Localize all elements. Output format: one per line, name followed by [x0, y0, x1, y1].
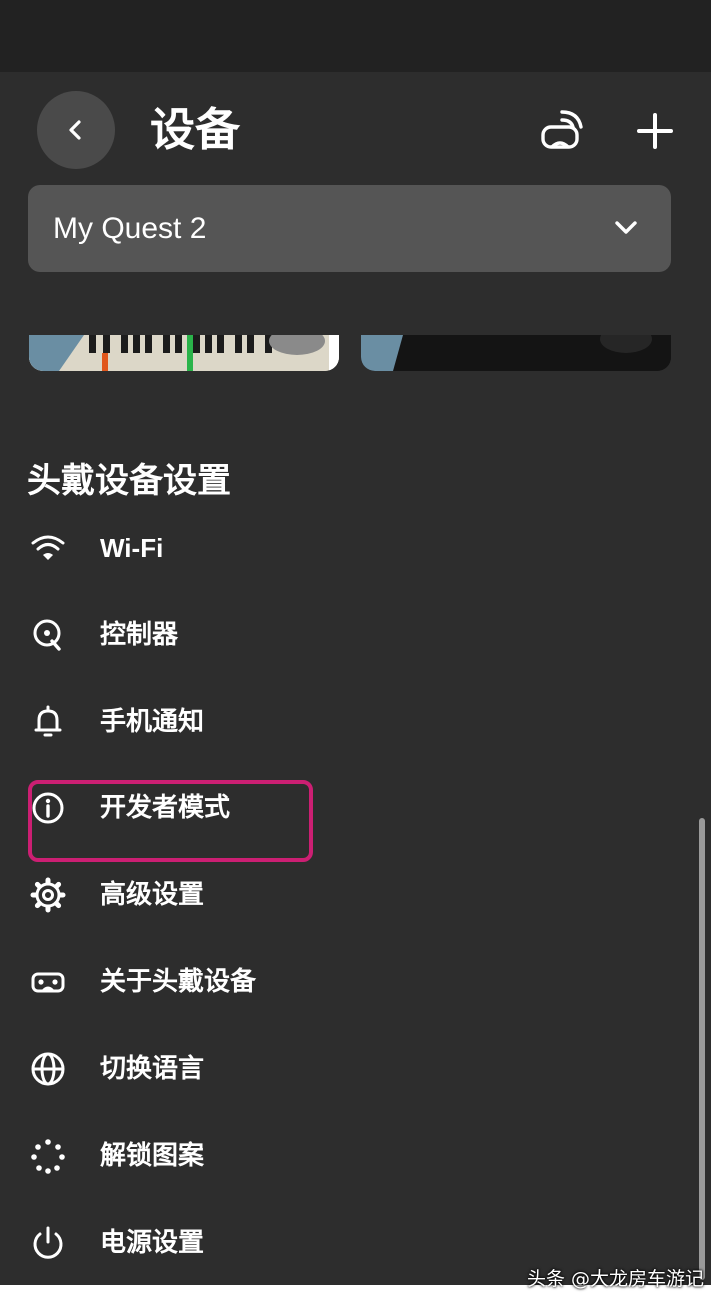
- app-card-piano[interactable]: [29, 335, 339, 371]
- back-button[interactable]: [37, 91, 115, 169]
- chevron-down-icon: [615, 221, 637, 234]
- scrollbar[interactable]: [699, 818, 705, 1280]
- piano-thumbnail: [29, 335, 339, 371]
- bell-icon: [34, 705, 62, 737]
- menu-item-language[interactable]: 切换语言: [0, 1039, 660, 1099]
- menu-item-wifi[interactable]: Wi-Fi: [0, 518, 660, 578]
- menu-label-advanced-settings: 高级设置: [100, 880, 205, 910]
- add-device-button[interactable]: [632, 108, 678, 154]
- device-selector[interactable]: My Quest 2: [28, 185, 671, 272]
- menu-label-notifications: 手机通知: [100, 707, 205, 737]
- menu-item-advanced-settings[interactable]: 高级设置: [0, 865, 660, 925]
- watermark-text: 头条 @大龙房车游记: [526, 1268, 704, 1290]
- highlight-annotation-box: [28, 780, 313, 862]
- app-card-dark[interactable]: [361, 335, 671, 371]
- menu-label-wifi: Wi-Fi: [100, 533, 164, 563]
- cast-button[interactable]: [538, 108, 584, 154]
- menu-item-controllers[interactable]: 控制器: [0, 605, 660, 665]
- power-icon: [33, 1226, 63, 1259]
- menu-item-notifications[interactable]: 手机通知: [0, 692, 660, 752]
- cast-headset-icon: [541, 110, 583, 149]
- status-bar: [0, 0, 711, 72]
- wifi-icon: [31, 535, 65, 560]
- plus-icon: [637, 113, 673, 149]
- globe-icon: [31, 1052, 65, 1086]
- menu-label-controllers: 控制器: [100, 620, 179, 650]
- dark-thumbnail: [361, 335, 671, 371]
- menu-item-unlock-pattern[interactable]: 解锁图案: [0, 1126, 660, 1186]
- menu-label-language: 切换语言: [100, 1054, 205, 1084]
- menu-label-power-settings: 电源设置: [100, 1228, 205, 1258]
- headset-icon: [31, 972, 65, 993]
- menu-label-about-headset: 关于头戴设备: [100, 967, 257, 997]
- device-name: My Quest 2: [53, 211, 207, 245]
- headset-settings-heading: 头戴设备设置: [27, 461, 231, 501]
- gear-icon: [30, 877, 66, 913]
- chevron-left-icon: [69, 120, 81, 140]
- devices-screen: 设备 My Quest 2 头戴设备设置 Wi-Fi 控制器 手机通知 开发者模…: [0, 72, 711, 1285]
- menu-item-about-headset[interactable]: 关于头戴设备: [0, 952, 660, 1012]
- menu-label-unlock-pattern: 解锁图案: [100, 1141, 205, 1171]
- pattern-dots-icon: [31, 1139, 65, 1174]
- page-title: 设备: [150, 103, 241, 156]
- controller-icon: [33, 619, 61, 651]
